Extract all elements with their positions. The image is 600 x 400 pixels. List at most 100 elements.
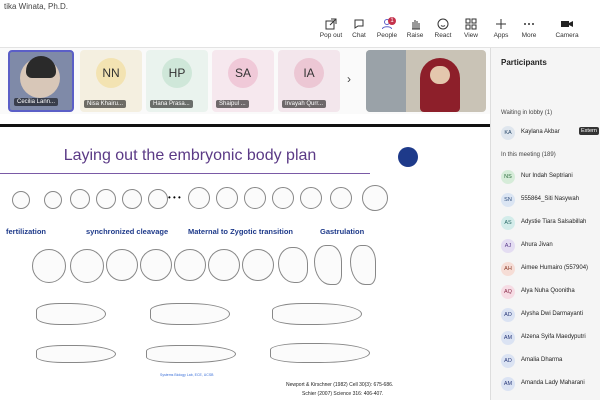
label-gastrulation: Gastrulation <box>320 227 365 236</box>
avatar: NN <box>96 58 126 88</box>
avatar: KA <box>501 126 515 140</box>
avatar: AD <box>501 354 515 368</box>
participant-name: Alzena Syifa Maedyputri <box>521 334 586 340</box>
avatar: AM <box>501 377 515 391</box>
embryo-image <box>362 185 388 211</box>
window-background <box>366 50 406 112</box>
avatar: NS <box>501 170 515 184</box>
smiley-icon <box>437 18 449 30</box>
slide-title: Laying out the embryonic body plan <box>63 147 317 164</box>
video-tile-cecilia[interactable]: Cecilia Lann... <box>8 50 74 112</box>
embryo-image <box>216 187 238 209</box>
avatar: AQ <box>501 285 515 299</box>
embryo-image <box>106 249 138 281</box>
embryo-image <box>244 187 266 209</box>
chat-label: Chat <box>352 32 366 39</box>
more-label: More <box>521 32 537 39</box>
video-tile-hp[interactable]: HP Hana Prasa... <box>146 50 208 112</box>
participant-item[interactable]: AS Adystie Tiara Salsabillah <box>501 216 600 230</box>
logo <box>398 147 418 167</box>
video-strip: Cecilia Lann... NN Nisa Khairu... HP Han… <box>0 48 490 114</box>
avatar: AJ <box>501 239 515 253</box>
video-tile-nn[interactable]: NN Nisa Khairu... <box>80 50 142 112</box>
participant-name: Irvayah Qurr... <box>282 100 327 108</box>
avatar: SA <box>228 58 258 88</box>
larva-image <box>146 345 236 363</box>
avatar: SN <box>501 193 515 207</box>
participant-name: Alysha Dwi Darmayanti <box>521 311 584 317</box>
window-title: tika Winata, Ph.D. <box>0 0 600 14</box>
embryo-image <box>148 189 168 209</box>
participant-item[interactable]: AJ Ahura Jivan <box>501 239 600 253</box>
more-button[interactable]: More <box>512 18 546 46</box>
meeting-header[interactable]: In this meeting (189) <box>501 152 556 158</box>
participant-item[interactable]: AM Alzena Syifa Maedyputri <box>501 331 600 345</box>
camera-button[interactable]: Camera <box>550 18 584 46</box>
chat-icon <box>354 19 364 29</box>
reference-2: Schier (2007) Science 316: 406-407. <box>302 391 384 397</box>
raise-label: Raise <box>406 32 424 39</box>
participant-item[interactable]: AD Amalia Dharma <box>501 354 600 368</box>
participant-name: Amanda Lady Maharani <box>521 380 585 386</box>
lobby-header[interactable]: Waiting in lobby (1) <box>501 110 552 116</box>
grid-icon <box>465 18 477 30</box>
label-fertilization: fertilization <box>6 227 47 236</box>
participant-name: Kaylana Akbar <box>521 129 560 135</box>
slide: Laying out the embryonic body plan • • •… <box>0 124 418 400</box>
embryo-image <box>330 187 352 209</box>
lobby-item[interactable]: KA Kaylana Akbar Extern <box>501 126 600 140</box>
participant-name: Nisa Khairu... <box>84 100 127 108</box>
participant-item[interactable]: AH Aimee Humairo (557904) <box>501 262 600 276</box>
chevron-right-icon[interactable]: › <box>347 72 351 86</box>
reference-1: Newport & Kirschner (1982) Cell 30(3): 6… <box>286 382 394 388</box>
participant-item[interactable]: AM Amanda Lady Maharani <box>501 377 600 391</box>
external-tag: Extern <box>579 127 599 135</box>
react-label: React <box>434 32 452 39</box>
embryo-image <box>208 249 240 281</box>
ellipsis-text: • • • <box>168 193 181 202</box>
video-tile-presenter[interactable] <box>366 50 486 112</box>
participant-item[interactable]: AD Alysha Dwi Darmayanti <box>501 308 600 322</box>
shared-screen-margin <box>418 124 490 400</box>
video-tile-ia[interactable]: IA Irvayah Qurr... <box>278 50 340 112</box>
participant-name: Adystie Tiara Salsabillah <box>521 219 587 225</box>
participant-item[interactable]: AQ Alya Nuha Qoonitha <box>501 285 600 299</box>
slide-divider <box>0 173 370 174</box>
larva-image <box>270 343 370 363</box>
embryo-image <box>32 249 66 283</box>
panel-title: Participants <box>501 58 547 67</box>
embryo-image <box>300 187 322 209</box>
view-button[interactable]: View <box>454 18 488 46</box>
embryo-image <box>242 249 274 281</box>
embryo-image <box>314 245 342 285</box>
credit-text: Systems Biology Lab, ECE, UCSB <box>160 373 214 377</box>
embryo-image <box>12 191 30 209</box>
larva-image <box>36 303 106 325</box>
avatar: AD <box>501 308 515 322</box>
video-tile-sa[interactable]: SA Shaipul ... <box>212 50 274 112</box>
participant-name: Alya Nuha Qoonitha <box>521 288 575 294</box>
larva-image <box>272 303 362 325</box>
embryo-image <box>44 191 62 209</box>
avatar: HP <box>162 58 192 88</box>
avatar: AH <box>501 262 515 276</box>
participant-name: Aimee Humairo (557904) <box>521 265 589 271</box>
avatar: AM <box>501 331 515 345</box>
larva-image <box>150 303 230 325</box>
embryo-image <box>188 187 210 209</box>
avatar: IA <box>294 58 324 88</box>
participant-name: Shaipul ... <box>216 100 249 108</box>
participant-item[interactable]: NS Nur Indah Septriani <box>501 170 600 184</box>
embryo-image <box>96 189 116 209</box>
embryo-image <box>174 249 206 281</box>
participant-name: Ahura Jivan <box>521 242 553 248</box>
participant-item[interactable]: SN 555864_Siti Nasywah <box>501 193 600 207</box>
embryo-image <box>278 247 308 283</box>
participants-panel: Participants Waiting in lobby (1) KA Kay… <box>490 48 600 400</box>
popout-icon <box>325 18 337 30</box>
participant-name: Nur Indah Septriani <box>521 173 573 179</box>
participant-name: Amalia Dharma <box>521 357 563 363</box>
people-label: People <box>376 32 398 39</box>
meeting-toolbar: Pop out Chat People 1 Raise React View A… <box>0 14 600 48</box>
embryo-image <box>140 249 172 281</box>
